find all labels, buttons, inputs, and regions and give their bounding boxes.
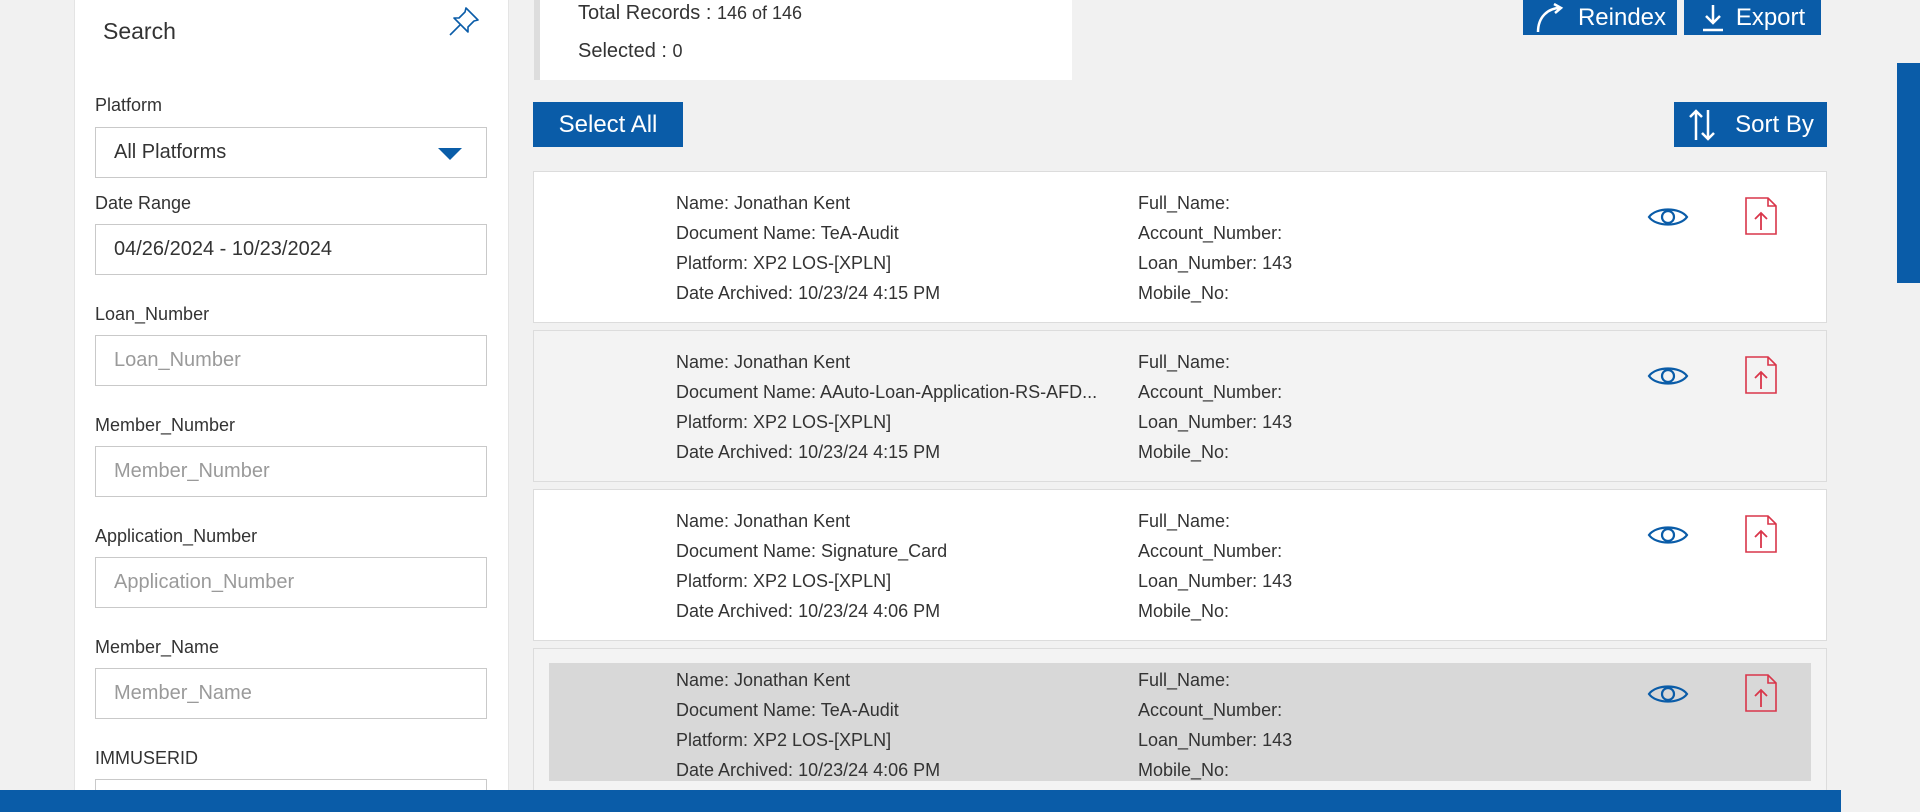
reindex-label: Reindex bbox=[1577, 3, 1667, 31]
member-number-label: Member_Number bbox=[95, 415, 236, 435]
loan-number-input[interactable] bbox=[114, 349, 468, 372]
records-summary: Total Records : 146 of 146 Selected : 0 bbox=[534, 0, 1072, 80]
record-metadata: Full_Name: Account_Number: Loan_Number: … bbox=[1138, 665, 1292, 785]
loan-number-label: Loan_Number bbox=[95, 304, 210, 324]
platform-select-value: All Platforms bbox=[114, 141, 227, 163]
record-archived: Date Archived: 10/23/24 4:06 PM bbox=[676, 601, 941, 621]
total-records: Total Records : 146 of 146 bbox=[578, 2, 802, 25]
record-archived: Date Archived: 10/23/24 4:15 PM bbox=[676, 442, 941, 462]
record-full-name: Full_Name: bbox=[1138, 352, 1231, 372]
selected-label: Selected : bbox=[578, 40, 667, 62]
record-name: Name: Jonathan Kent bbox=[676, 193, 851, 213]
select-all-label: Select All bbox=[558, 110, 658, 138]
member-number-field[interactable] bbox=[95, 446, 487, 497]
chevron-down-icon[interactable] bbox=[438, 148, 462, 160]
eye-icon[interactable] bbox=[1646, 202, 1690, 232]
loan-number-field[interactable] bbox=[95, 335, 487, 386]
pdf-icon[interactable] bbox=[1744, 673, 1778, 713]
record-account: Account_Number: bbox=[1138, 382, 1283, 402]
download-icon bbox=[1702, 4, 1723, 31]
reindex-button[interactable]: Reindex bbox=[1523, 0, 1677, 35]
record-full-name: Full_Name: bbox=[1138, 511, 1231, 531]
member-name-field[interactable] bbox=[95, 668, 487, 719]
record-archived: Date Archived: 10/23/24 4:15 PM bbox=[676, 283, 941, 303]
record-mobile: Mobile_No: bbox=[1138, 760, 1230, 780]
record-mobile: Mobile_No: bbox=[1138, 442, 1230, 462]
member-number-input[interactable] bbox=[114, 460, 468, 483]
record-account: Account_Number: bbox=[1138, 223, 1283, 243]
record-loan: Loan_Number: 143 bbox=[1138, 571, 1293, 591]
record-name: Name: Jonathan Kent bbox=[676, 670, 851, 690]
eye-icon[interactable] bbox=[1646, 520, 1690, 550]
export-button[interactable]: Export bbox=[1684, 0, 1821, 35]
record-mobile: Mobile_No: bbox=[1138, 283, 1230, 303]
pdf-icon[interactable] bbox=[1744, 355, 1778, 395]
pdf-icon[interactable] bbox=[1744, 514, 1778, 554]
record-document: Document Name: AAuto-Loan-Application-RS… bbox=[676, 382, 1098, 402]
application-number-input[interactable] bbox=[114, 571, 468, 594]
record-document: Document Name: TeA-Audit bbox=[676, 223, 899, 243]
record-loan: Loan_Number: 143 bbox=[1138, 412, 1293, 432]
record-details: Name: Jonathan Kent Document Name: TeA-A… bbox=[676, 665, 940, 785]
record-account: Account_Number: bbox=[1138, 700, 1283, 720]
sort-by-button[interactable]: Sort By bbox=[1674, 102, 1827, 147]
bottom-bar bbox=[0, 790, 1841, 812]
record-metadata: Full_Name: Account_Number: Loan_Number: … bbox=[1138, 347, 1292, 467]
date-range-field[interactable]: 04/26/2024 - 10/23/2024 bbox=[95, 224, 487, 275]
platform-select[interactable]: All Platforms bbox=[95, 127, 487, 178]
record-platform: Platform: XP2 LOS-[XPLN] bbox=[676, 412, 892, 432]
total-records-label: Total Records : bbox=[578, 2, 712, 24]
sort-icon bbox=[1689, 108, 1716, 141]
search-title: Search bbox=[103, 18, 176, 44]
record-name: Name: Jonathan Kent bbox=[676, 511, 851, 531]
record-platform: Platform: XP2 LOS-[XPLN] bbox=[676, 730, 892, 750]
date-range-value: 04/26/2024 - 10/23/2024 bbox=[114, 238, 332, 260]
application-number-field[interactable] bbox=[95, 557, 487, 608]
record-details: Name: Jonathan Kent Document Name: Signa… bbox=[676, 506, 947, 626]
date-range-label: Date Range bbox=[95, 193, 192, 213]
record-document: Document Name: Signature_Card bbox=[676, 541, 948, 561]
application-number-label: Application_Number bbox=[95, 526, 258, 546]
scrollbar-thumb[interactable] bbox=[1897, 63, 1920, 283]
pdf-icon[interactable] bbox=[1744, 196, 1778, 236]
record-document: Document Name: TeA-Audit bbox=[676, 700, 899, 720]
platform-label: Platform bbox=[95, 95, 163, 115]
member-name-label: Member_Name bbox=[95, 637, 220, 657]
record-loan: Loan_Number: 143 bbox=[1138, 253, 1293, 273]
record-details: Name: Jonathan Kent Document Name: TeA-A… bbox=[676, 188, 940, 308]
record-mobile: Mobile_No: bbox=[1138, 601, 1230, 621]
record-card[interactable]: Name: Jonathan Kent Document Name: Signa… bbox=[533, 489, 1827, 641]
record-metadata: Full_Name: Account_Number: Loan_Number: … bbox=[1138, 188, 1292, 308]
record-details: Name: Jonathan Kent Document Name: AAuto… bbox=[676, 347, 1097, 467]
eye-icon[interactable] bbox=[1646, 361, 1690, 391]
record-name: Name: Jonathan Kent bbox=[676, 352, 851, 372]
reindex-icon bbox=[1536, 2, 1564, 32]
export-label: Export bbox=[1735, 3, 1806, 31]
record-platform: Platform: XP2 LOS-[XPLN] bbox=[676, 253, 892, 273]
eye-icon[interactable] bbox=[1646, 679, 1690, 709]
total-records-value: 146 of 146 bbox=[716, 3, 803, 23]
record-card[interactable]: Name: Jonathan Kent Document Name: TeA-A… bbox=[533, 648, 1827, 800]
record-platform: Platform: XP2 LOS-[XPLN] bbox=[676, 571, 892, 591]
record-metadata: Full_Name: Account_Number: Loan_Number: … bbox=[1138, 506, 1292, 626]
record-archived: Date Archived: 10/23/24 4:06 PM bbox=[676, 760, 941, 780]
record-full-name: Full_Name: bbox=[1138, 193, 1231, 213]
member-name-input[interactable] bbox=[114, 682, 468, 705]
immuserid-label: IMMUSERID bbox=[95, 748, 198, 768]
pin-icon[interactable] bbox=[444, 2, 484, 42]
selected-value: 0 bbox=[672, 41, 683, 61]
record-card[interactable]: Name: Jonathan Kent Document Name: AAuto… bbox=[533, 330, 1827, 482]
selected-records: Selected : 0 bbox=[578, 40, 683, 63]
search-sidebar: Search Platform All Platforms Date Range… bbox=[74, 0, 509, 812]
sort-by-label: Sort By bbox=[1735, 110, 1814, 138]
record-account: Account_Number: bbox=[1138, 541, 1283, 561]
record-card[interactable]: Name: Jonathan Kent Document Name: TeA-A… bbox=[533, 171, 1827, 323]
select-all-button[interactable]: Select All bbox=[533, 102, 683, 147]
record-full-name: Full_Name: bbox=[1138, 670, 1231, 690]
record-loan: Loan_Number: 143 bbox=[1138, 730, 1293, 750]
